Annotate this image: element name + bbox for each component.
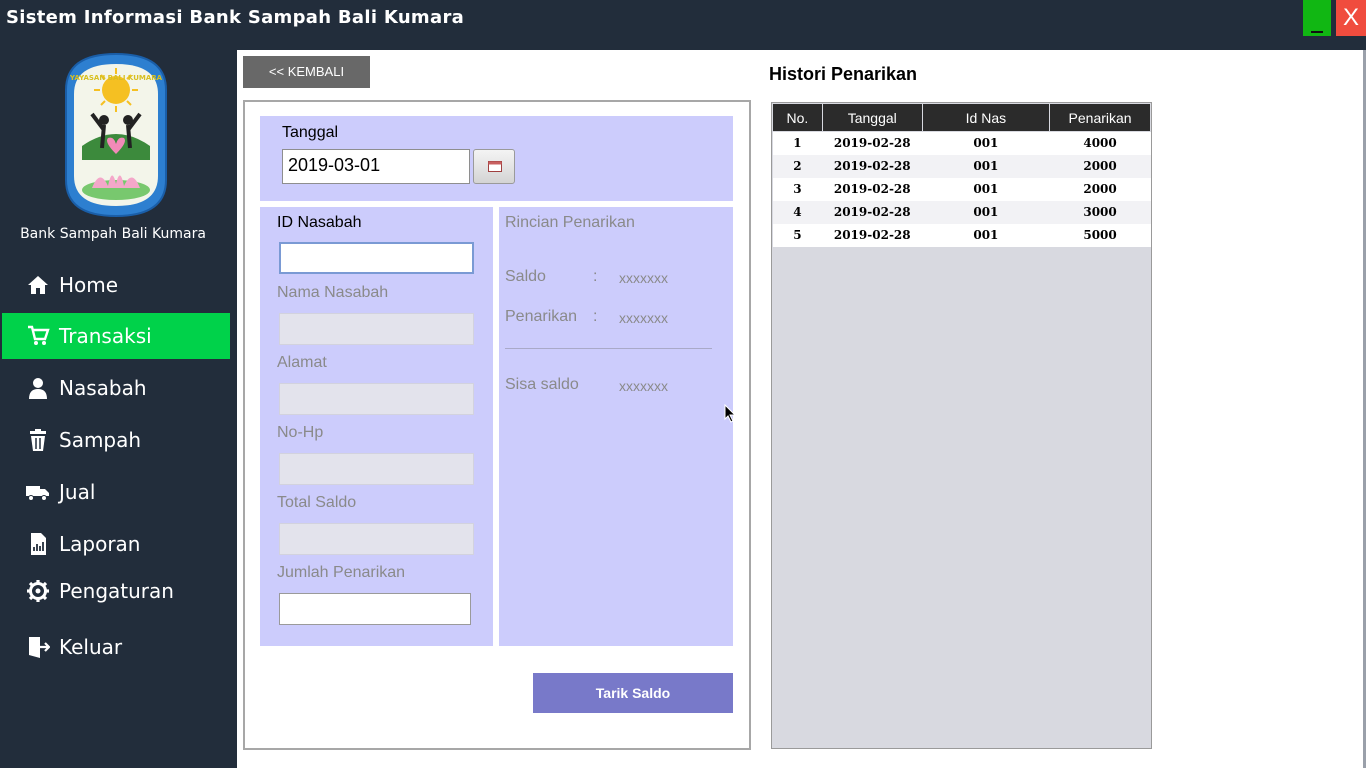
- cell-tanggal: 2019-02-28: [822, 200, 923, 224]
- cell-no: 3: [772, 177, 823, 201]
- table-header-row: No. Tanggal Id Nas Penarikan: [772, 103, 1151, 132]
- saldo-colon: :: [593, 268, 598, 285]
- date-picker-button[interactable]: [473, 149, 515, 184]
- minimize-button[interactable]: [1303, 0, 1331, 36]
- cell-no: 4: [772, 200, 823, 224]
- title-bar: Sistem Informasi Bank Sampah Bali Kumara…: [0, 0, 1366, 50]
- sidebar-item-sampah[interactable]: Sampah: [2, 417, 230, 463]
- close-button[interactable]: X: [1336, 0, 1366, 36]
- home-icon: [28, 276, 48, 294]
- table-row[interactable]: 4 2019-02-28 001 3000: [772, 200, 1151, 224]
- cell-penarikan: 4000: [1049, 131, 1151, 155]
- total-saldo-field: [279, 523, 474, 555]
- cell-penarikan: 5000: [1049, 223, 1151, 247]
- penarikan-label: Penarikan: [505, 308, 578, 325]
- penarikan-colon: :: [593, 308, 598, 325]
- tanggal-input[interactable]: 2019-03-01: [282, 149, 470, 184]
- exit-icon: [29, 637, 50, 658]
- table-row[interactable]: 2 2019-02-28 001 2000: [772, 154, 1151, 178]
- sidebar-item-pengaturan[interactable]: Pengaturan: [2, 568, 230, 614]
- gear-icon: [27, 580, 49, 602]
- cell-tanggal: 2019-02-28: [822, 223, 923, 247]
- sidebar-item-label: Transaksi: [59, 324, 152, 348]
- sidebar-item-label: Home: [59, 273, 119, 297]
- cell-penarikan: 2000: [1049, 154, 1151, 178]
- sidebar-item-laporan[interactable]: Laporan: [2, 521, 230, 567]
- mouse-cursor-icon: [724, 404, 736, 423]
- penarikan-value: xxxxxxx: [619, 310, 668, 326]
- cell-tanggal: 2019-02-28: [822, 131, 923, 155]
- sidebar: YAYASAN BALI KUMARA Bank Sampah Bali Kum…: [0, 50, 237, 768]
- cell-penarikan: 3000: [1049, 200, 1151, 224]
- id-nasabah-input[interactable]: [279, 242, 474, 274]
- column-header-no[interactable]: No.: [772, 103, 823, 132]
- id-nasabah-label: ID Nasabah: [277, 214, 362, 231]
- alamat-label: Alamat: [277, 354, 327, 371]
- sisa-saldo-value: xxxxxxx: [619, 378, 668, 394]
- jumlah-penarikan-label: Jumlah Penarikan: [277, 564, 406, 581]
- history-table-container[interactable]: No. Tanggal Id Nas Penarikan 1 2019-02-2…: [771, 102, 1152, 749]
- cell-id-nas: 001: [922, 223, 1050, 247]
- sidebar-item-label: Laporan: [59, 532, 141, 556]
- trash-icon: [30, 429, 46, 451]
- nama-nasabah-field: [279, 313, 474, 345]
- cell-no: 1: [772, 131, 823, 155]
- svg-text:YAYASAN BALI KUMARA: YAYASAN BALI KUMARA: [69, 74, 163, 82]
- sidebar-item-label: Nasabah: [59, 376, 147, 400]
- sidebar-item-nasabah[interactable]: Nasabah: [2, 365, 230, 411]
- report-icon: [31, 533, 46, 555]
- nama-nasabah-label: Nama Nasabah: [277, 284, 389, 301]
- cell-id-nas: 001: [922, 131, 1050, 155]
- cell-penarikan: 2000: [1049, 177, 1151, 201]
- alamat-field: [279, 383, 474, 415]
- cell-tanggal: 2019-02-28: [822, 177, 923, 201]
- cell-tanggal: 2019-02-28: [822, 154, 923, 178]
- cell-id-nas: 001: [922, 177, 1050, 201]
- sidebar-item-label: Sampah: [59, 428, 142, 452]
- brand-name: Bank Sampah Bali Kumara: [20, 226, 206, 242]
- total-saldo-label: Total Saldo: [277, 494, 357, 511]
- calendar-icon: [488, 161, 502, 172]
- history-table: No. Tanggal Id Nas Penarikan 1 2019-02-2…: [772, 103, 1151, 247]
- sidebar-item-label: Keluar: [59, 635, 123, 659]
- jumlah-penarikan-input[interactable]: [279, 593, 471, 625]
- back-button[interactable]: << KEMBALI: [243, 56, 370, 88]
- sidebar-item-label: Jual: [59, 480, 96, 504]
- user-icon: [29, 378, 47, 399]
- minimize-icon: [1311, 31, 1323, 33]
- sidebar-item-label: Pengaturan: [59, 579, 174, 603]
- nohp-label: No-Hp: [277, 424, 324, 441]
- history-title: Histori Penarikan: [769, 64, 918, 84]
- saldo-label: Saldo: [505, 268, 546, 285]
- column-header-penarikan[interactable]: Penarikan: [1049, 103, 1151, 132]
- cell-id-nas: 001: [922, 200, 1050, 224]
- sisa-saldo-label: Sisa saldo: [505, 376, 579, 393]
- sidebar-item-jual[interactable]: Jual: [2, 469, 230, 515]
- app-title: Sistem Informasi Bank Sampah Bali Kumara: [6, 7, 465, 28]
- rincian-title: Rincian Penarikan: [505, 214, 635, 231]
- logo-image: YAYASAN BALI KUMARA: [65, 52, 167, 218]
- divider: [505, 348, 712, 349]
- tanggal-label: Tanggal: [282, 124, 339, 141]
- cart-icon: [28, 325, 50, 345]
- column-header-tanggal[interactable]: Tanggal: [821, 103, 923, 132]
- cell-id-nas: 001: [922, 154, 1050, 178]
- tarik-saldo-button[interactable]: Tarik Saldo: [533, 673, 733, 713]
- sidebar-item-transaksi[interactable]: Transaksi: [2, 313, 230, 359]
- nohp-field: [279, 453, 474, 485]
- sidebar-item-home[interactable]: Home: [2, 262, 230, 308]
- truck-icon: [26, 486, 49, 501]
- table-row[interactable]: 5 2019-02-28 001 5000: [772, 223, 1151, 247]
- cell-no: 2: [772, 154, 823, 178]
- sidebar-item-keluar[interactable]: Keluar: [2, 624, 230, 670]
- cell-no: 5: [772, 223, 823, 247]
- table-row[interactable]: 1 2019-02-28 001 4000: [772, 131, 1151, 155]
- column-header-id-nas[interactable]: Id Nas: [921, 103, 1051, 132]
- saldo-value: xxxxxxx: [619, 270, 668, 286]
- table-row[interactable]: 3 2019-02-28 001 2000: [772, 177, 1151, 201]
